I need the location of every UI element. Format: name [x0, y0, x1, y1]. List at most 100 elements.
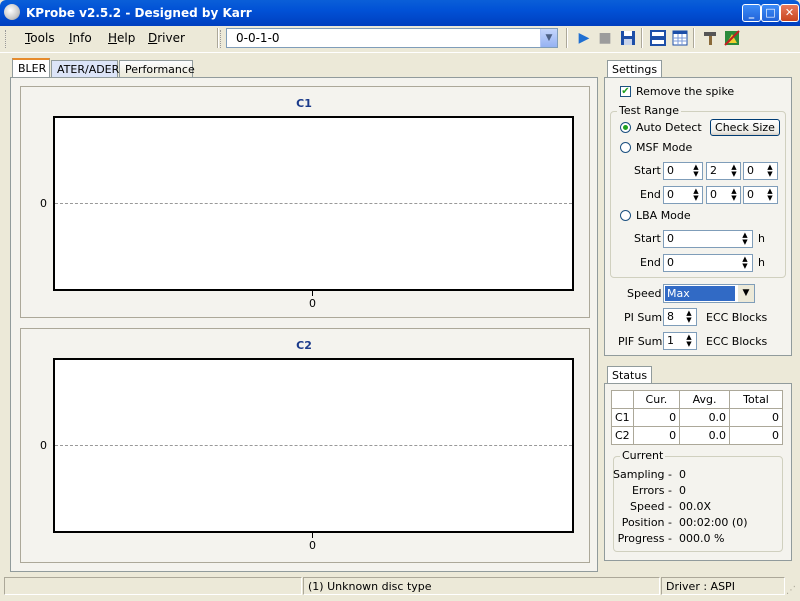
- spin-arrows-icon[interactable]: ▲ ▼: [765, 164, 775, 178]
- test-range-legend: Test Range: [617, 104, 682, 117]
- maximize-icon: □: [765, 6, 776, 19]
- pif-sum-label: PIF Sum: [618, 335, 663, 348]
- table-row: C1 0 0.0 0: [611, 408, 783, 427]
- auto-detect-radio[interactable]: [620, 122, 631, 133]
- msf-start-label: Start: [634, 164, 661, 177]
- lba-start-unit: h: [758, 232, 765, 245]
- msf-end-min-value: 0: [667, 188, 674, 201]
- status-cell: 0.0: [679, 408, 731, 427]
- menu-help[interactable]: Help: [108, 31, 135, 45]
- lba-end-label: End: [640, 256, 661, 269]
- speed-label: Speed: [627, 287, 662, 300]
- menu-driver[interactable]: Driver: [148, 31, 185, 45]
- tab-ater-ader[interactable]: ATER/ADER: [51, 60, 119, 77]
- chart-c1-x-tick: 0: [309, 297, 316, 310]
- msf-mode-label: MSF Mode: [636, 141, 693, 154]
- menu-tools[interactable]: Tools: [25, 31, 55, 45]
- spin-arrows-icon[interactable]: ▲ ▼: [684, 334, 694, 348]
- split-view-icon[interactable]: [649, 29, 667, 47]
- msf-mode-radio[interactable]: [620, 142, 631, 153]
- spin-arrows-icon[interactable]: ▲ ▼: [691, 188, 701, 202]
- remove-spike-checkbox[interactable]: ✔: [620, 86, 631, 97]
- chart-c2-title: C2: [296, 339, 312, 352]
- image-icon[interactable]: [723, 29, 741, 47]
- errors-label: Errors -: [631, 484, 672, 497]
- tab-settings[interactable]: Settings: [607, 60, 663, 78]
- auto-detect-label: Auto Detect: [636, 121, 702, 134]
- app-disc-icon[interactable]: [4, 4, 20, 20]
- status-header-total: Total: [729, 390, 783, 409]
- toolbar-separator: [566, 28, 568, 48]
- close-button[interactable]: ✕: [780, 4, 799, 22]
- stop-icon[interactable]: ■: [596, 29, 614, 47]
- spin-arrows-icon[interactable]: ▲ ▼: [740, 256, 750, 270]
- table-icon[interactable]: [671, 29, 689, 47]
- tab-bler[interactable]: BLER: [12, 58, 50, 77]
- table-row: C2 0 0.0 0: [611, 426, 783, 445]
- spin-arrows-icon[interactable]: ▲ ▼: [691, 164, 701, 178]
- pi-sum-value: 8: [667, 310, 674, 323]
- pi-sum-unit: ECC Blocks: [706, 311, 768, 324]
- pi-sum-label: PI Sum: [624, 311, 663, 324]
- spin-arrows-icon[interactable]: ▲ ▼: [765, 188, 775, 202]
- minimize-button[interactable]: _: [742, 4, 761, 22]
- lba-mode-radio[interactable]: [620, 210, 631, 221]
- pif-sum-unit: ECC Blocks: [706, 335, 768, 348]
- status-cell: C1: [611, 408, 634, 427]
- chart-c1-zero-line: [55, 203, 572, 204]
- chevron-down-icon[interactable]: ▼: [540, 29, 557, 47]
- toolbar-separator: [641, 28, 643, 48]
- minimize-icon: _: [748, 6, 755, 19]
- status-header-cur: Cur.: [632, 390, 681, 409]
- lba-start-label: Start: [634, 232, 661, 245]
- status-cell: 0: [632, 408, 681, 427]
- chart-c2-zero-line: [55, 445, 572, 446]
- lba-end-value: 0: [667, 256, 674, 269]
- status-cell: 0.0: [679, 426, 731, 445]
- speed-status-value: 00.0X: [679, 500, 712, 513]
- spin-arrows-icon[interactable]: ▲ ▼: [729, 188, 739, 202]
- msf-start-frame-value: 0: [747, 164, 754, 177]
- menu-info[interactable]: Info: [69, 31, 92, 45]
- save-icon[interactable]: [619, 29, 637, 47]
- msf-end-frame-value: 0: [747, 188, 754, 201]
- chart-c1-title: C1: [296, 97, 312, 110]
- resize-grip-icon[interactable]: ⋰: [786, 586, 798, 598]
- speed-select-value: Max: [665, 286, 735, 301]
- toolbar-separator: [217, 28, 219, 48]
- toolbar-grip[interactable]: [220, 30, 224, 48]
- lba-mode-label: LBA Mode: [636, 209, 691, 222]
- progress-value: 000.0 %: [679, 532, 725, 545]
- close-icon: ✕: [784, 6, 795, 19]
- window-title: KProbe v2.5.2 - Designed by Karr: [26, 6, 252, 20]
- sampling-value: 0: [679, 468, 686, 481]
- chevron-down-icon[interactable]: ▼: [738, 285, 754, 302]
- status-header-avg: Avg.: [679, 390, 731, 409]
- speed-status-label: Speed -: [630, 500, 672, 513]
- statusbar-driver: Driver : ASPI: [661, 577, 785, 595]
- msf-end-label: End: [640, 188, 661, 201]
- maximize-button[interactable]: □: [761, 4, 780, 22]
- menu-grip[interactable]: [5, 30, 9, 48]
- chart-c2-x-tick: 0: [309, 539, 316, 552]
- check-size-button[interactable]: Check Size: [710, 119, 780, 136]
- remove-spike-label: Remove the spike: [636, 85, 735, 98]
- status-cell: 0: [729, 408, 783, 427]
- msf-start-min-value: 0: [667, 164, 674, 177]
- status-table: Cur. Avg. Total C1 0 0.0 0 C2 0 0.0 0: [611, 390, 783, 445]
- toolbar-separator: [693, 28, 695, 48]
- msf-end-sec-value: 0: [710, 188, 717, 201]
- position-value: 00:02:00 (0): [679, 516, 748, 529]
- spin-arrows-icon[interactable]: ▲ ▼: [740, 232, 750, 246]
- spin-arrows-icon[interactable]: ▲ ▼: [684, 310, 694, 324]
- statusbar-panel-empty: [4, 577, 302, 595]
- lba-end-unit: h: [758, 256, 765, 269]
- spin-arrows-icon[interactable]: ▲ ▼: [729, 164, 739, 178]
- status-cell: C2: [611, 426, 634, 445]
- tab-performance[interactable]: Performance: [119, 60, 195, 77]
- chart-c1-y-tick: 0: [40, 197, 47, 210]
- play-icon[interactable]: ▶: [575, 29, 593, 47]
- drive-select-value: 0-0-1-0: [236, 31, 280, 45]
- tools-icon[interactable]: [701, 29, 719, 47]
- tab-status[interactable]: Status: [607, 366, 653, 384]
